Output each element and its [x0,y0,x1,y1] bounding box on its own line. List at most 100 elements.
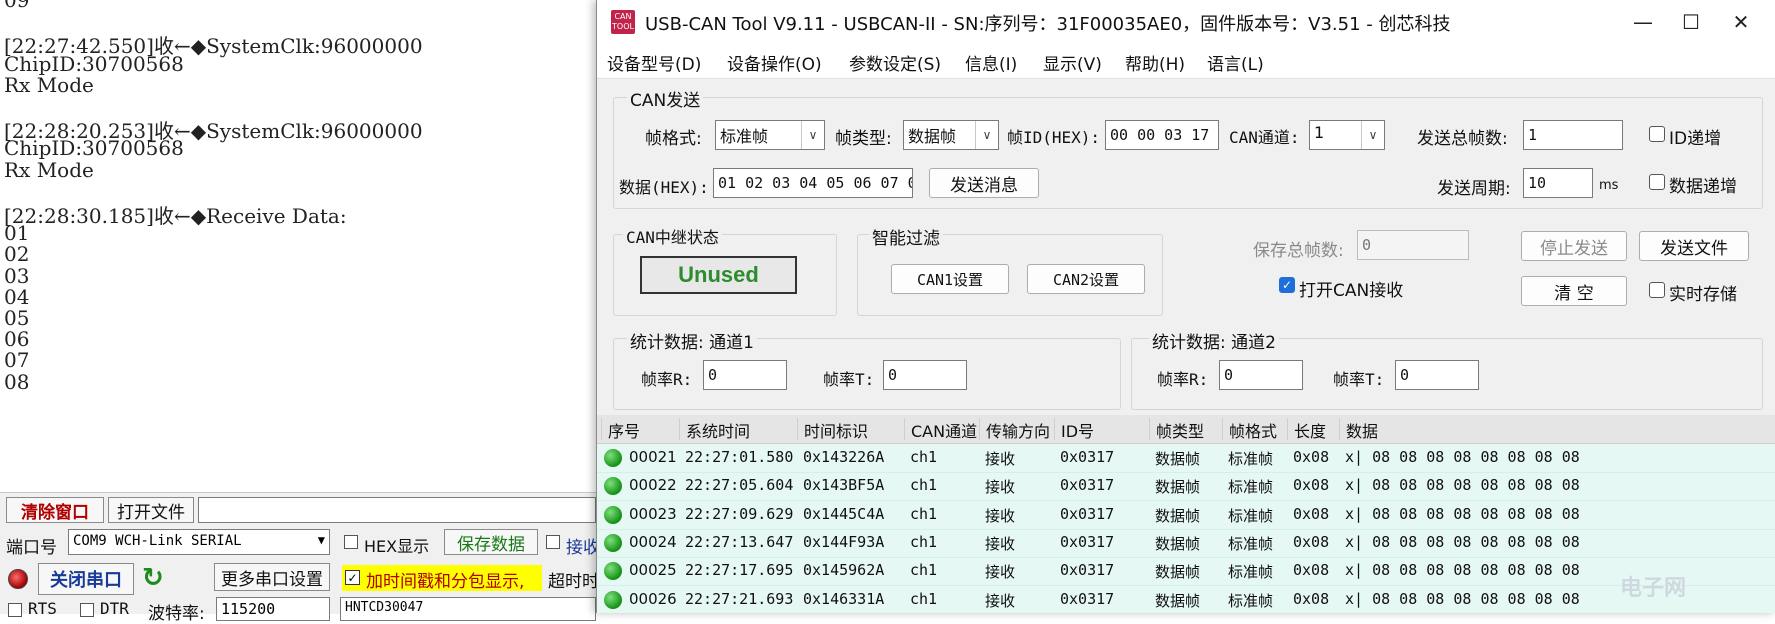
saved-frames-input: 0 [1357,230,1469,260]
table-row[interactable]: 00024 22:27:13.647 0x144F93A ch1 接收 0x0317 数据帧… [597,529,1775,558]
send-text-input[interactable]: HNTCD30047 [340,597,596,621]
rts-checkbox[interactable] [8,603,22,617]
status-led-icon [604,449,622,467]
cell-direction: 接收 [985,478,1016,497]
status-led-icon [604,533,622,552]
dtr-checkbox[interactable] [80,603,94,617]
cell-system-time: 22:27:05.604 [685,476,794,495]
data-increment-checkbox[interactable] [1649,174,1665,190]
cell-timestamp: 0x145962A [803,561,885,580]
data-hex-label: 数据(HEX): [619,178,709,197]
table-row[interactable]: 00022 22:27:05.604 0x143BF5A ch1 接收 0x0317 数据帧… [597,472,1775,502]
th-frame-type[interactable]: 帧类型 [1149,418,1204,441]
cell-system-time: 22:27:17.695 [685,561,794,580]
open-can-receive-checkbox[interactable]: ✓ [1279,277,1295,293]
data-increment-label: 数据递增 [1669,177,1737,197]
th-id[interactable]: ID号 [1054,418,1094,441]
can-channel-select[interactable]: 1 ∨ [1309,120,1385,150]
stop-send-button[interactable]: 停止发送 [1521,231,1627,261]
stats1-rate-r-label: 帧率R: [641,370,693,389]
menu-help[interactable]: 帮助(H) [1125,50,1185,75]
send-period-input[interactable]: 10 [1523,168,1593,198]
th-frame-format[interactable]: 帧格式 [1222,418,1277,441]
cell-frame-format: 标准帧 [1228,506,1274,525]
cell-frame-type: 数据帧 [1155,450,1201,468]
cell-data: x| 08 08 08 08 08 08 08 08 [1345,589,1580,608]
title-bar[interactable]: CAN TOOL USB-CAN Tool V9.11 - USBCAN-II … [597,0,1775,44]
frame-format-select[interactable]: 标准帧 ∨ [715,120,825,150]
cell-data: x| 08 08 08 08 08 08 08 08 [1345,476,1580,495]
cell-frame-format: 标准帧 [1228,478,1274,497]
stats1-rate-t-input: 0 [883,360,967,390]
port-select[interactable]: COM9 WCH-Link SERIAL ▼ [68,529,330,555]
menu-display[interactable]: 显示(V) [1043,50,1102,75]
receive-option-checkbox[interactable] [546,535,560,549]
cell-can-channel: ch1 [910,589,938,608]
cell-index: 00023 [629,504,677,523]
can1-settings-button[interactable]: CAN1设置 [891,264,1009,294]
cell-frame-type: 数据帧 [1155,478,1201,497]
table-row[interactable]: 00026 22:27:21.693 0x146331A ch1 接收 0x0317 数据帧… [597,586,1775,614]
table-row[interactable]: 00025 22:27:17.695 0x145962A ch1 接收 0x0317 数据帧… [597,557,1775,587]
watermark-text: 电子网 [1620,576,1687,601]
menu-language[interactable]: 语言(L) [1207,50,1264,75]
frame-type-select[interactable]: 数据帧 ∨ [903,120,999,150]
cell-direction: 接收 [985,563,1016,582]
checkmark-icon: ✓ [345,570,360,585]
open-file-button[interactable]: 打开文件 [108,497,194,523]
status-led-icon [604,477,622,496]
clear-window-button[interactable]: 清除窗口 [6,497,104,523]
hex-display-checkbox[interactable] [344,535,358,549]
th-can-channel[interactable]: CAN通道 [904,418,977,441]
menu-device-model[interactable]: 设备型号(D) [607,50,701,75]
clear-button[interactable]: 清 空 [1521,276,1627,306]
th-timestamp[interactable]: 时间标识 [797,418,868,441]
cell-id: 0x0317 [1060,504,1115,523]
menu-device-operation[interactable]: 设备操作(O) [727,50,822,75]
stats1-rate-r-input: 0 [703,360,787,390]
cell-length: 0x08 [1293,589,1330,608]
cell-data: x| 08 08 08 08 08 08 08 08 [1345,504,1580,523]
more-serial-settings-button[interactable]: 更多串口设置 [214,563,330,591]
frame-format-label: 帧格式: [645,129,702,149]
th-index[interactable]: 序号 [601,418,640,441]
send-file-button[interactable]: 发送文件 [1639,231,1749,261]
send-message-button[interactable]: 发送消息 [929,168,1039,198]
frame-id-input[interactable]: 00 00 03 17 [1105,120,1219,150]
close-icon[interactable]: ✕ [1721,6,1761,38]
th-data[interactable]: 数据 [1339,418,1378,441]
can-frame-table[interactable]: 序号 系统时间 时间标识 CAN通道 传输方向 ID号 帧类型 帧格式 长度 数据 00021 22… [597,415,1775,613]
can2-settings-button[interactable]: CAN2设置 [1027,264,1145,294]
timestamp-option-label: 加时间戳和分包显示, [366,572,525,592]
baud-select[interactable]: 115200 [216,597,330,621]
save-data-button[interactable]: 保存数据 [444,529,538,555]
cell-timestamp: 0x1445C4A [803,504,885,523]
total-frames-input[interactable]: 1 [1523,120,1623,150]
log-line: Rx Mode [4,72,94,97]
menu-info[interactable]: 信息(I) [965,50,1017,75]
saved-frames-label: 保存总帧数: [1253,241,1344,261]
menu-parameter-settings[interactable]: 参数设定(S) [849,50,941,75]
timestamp-option[interactable]: ✓ 加时间戳和分包显示, [342,565,542,592]
refresh-icon[interactable]: ↻ [142,563,164,593]
cell-id: 0x0317 [1060,532,1115,551]
cell-timestamp: 0x143226A [803,448,885,466]
th-direction[interactable]: 传输方向 [979,418,1050,441]
th-system-time[interactable]: 系统时间 [679,418,750,441]
table-row[interactable]: 00023 22:27:09.629 0x1445C4A ch1 接收 0x0317 数据帧… [597,501,1775,530]
realtime-save-checkbox[interactable] [1649,282,1665,298]
total-frames-label: 发送总帧数: [1417,129,1508,149]
cell-index: 00022 [629,476,677,495]
file-path-input[interactable] [198,497,596,523]
cell-timestamp: 0x146331A [803,589,885,608]
id-increment-checkbox[interactable] [1649,126,1665,142]
close-port-button[interactable]: 关闭串口 [38,563,134,595]
data-hex-input[interactable]: 01 02 03 04 05 06 07 08 [713,168,913,198]
minimize-icon[interactable]: — [1623,6,1663,38]
table-row[interactable]: 00021 22:27:01.580 0x143226A ch1 接收 0x0317 数据帧… [597,444,1775,473]
cell-direction: 接收 [985,534,1016,553]
th-length[interactable]: 长度 [1287,418,1326,441]
cell-data: x| 08 08 08 08 08 08 08 08 [1345,532,1580,551]
serial-log-pane[interactable]: 09 [22:27:42.550]收←◆SystemClk:96000000 Chi… [0,0,597,490]
maximize-icon[interactable]: ☐ [1671,6,1711,38]
